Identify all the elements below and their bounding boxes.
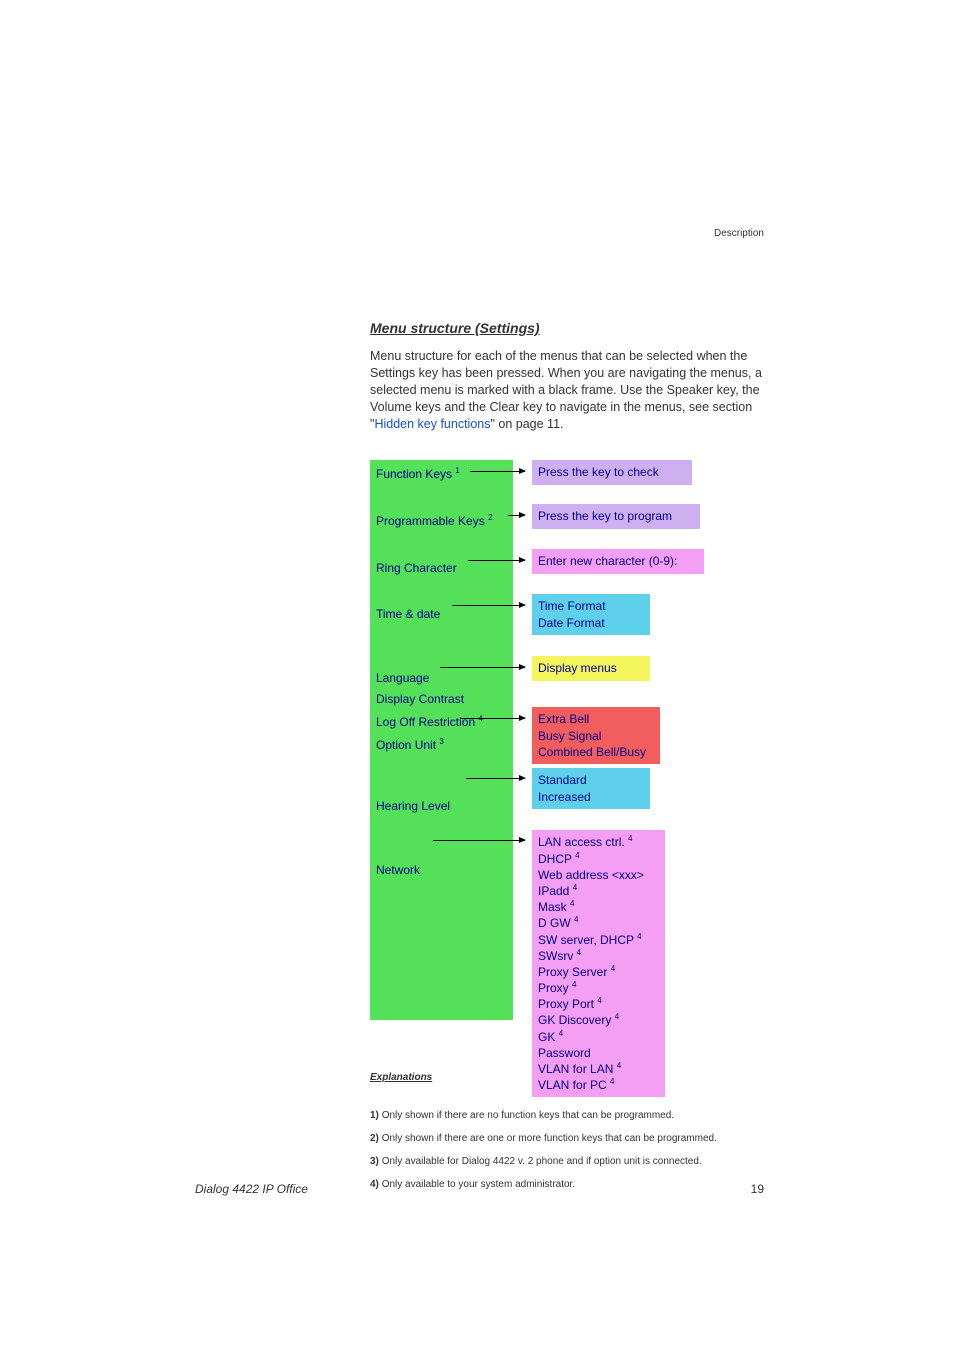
sup-3: 3 <box>439 737 443 746</box>
sup: 4 <box>559 1029 563 1038</box>
sup: 4 <box>610 1077 614 1086</box>
net-password: Password <box>538 1045 659 1061</box>
sup-2: 2 <box>488 513 492 522</box>
footnote-2: 2) Only shown if there are one or more f… <box>370 1133 770 1144</box>
net-vlan-lan: VLAN for LAN 4 <box>538 1061 659 1077</box>
arrow-icon <box>470 471 525 472</box>
box-network: LAN access ctrl. 4 DHCP 4 Web address <x… <box>532 830 665 1097</box>
explanations-title: Explanations <box>370 1072 432 1083</box>
arrow-icon <box>440 667 525 668</box>
menu-diagram: Function Keys 1 Programmable Keys 2 Ring… <box>370 460 770 1030</box>
box-option-unit: Extra Bell Busy Signal Combined Bell/Bus… <box>532 707 660 764</box>
menu-display-contrast: Display Contrast <box>370 688 513 712</box>
fn2-text: Only shown if there are one or more func… <box>382 1133 717 1144</box>
menu-programmable-keys-label: Programmable Keys <box>376 514 485 528</box>
section-title: Menu structure (Settings) <box>370 320 770 336</box>
fn1-num: 1) <box>370 1110 379 1121</box>
sup: 4 <box>577 948 581 957</box>
main-content: Menu structure (Settings) Menu structure… <box>370 320 770 1202</box>
menu-function-keys-label: Function Keys <box>376 467 452 481</box>
sup: 4 <box>574 915 578 924</box>
sup: 4 <box>617 1061 621 1070</box>
intro-paragraph: Menu structure for each of the menus tha… <box>370 348 770 432</box>
net-lan-access: LAN access ctrl. 4 <box>538 834 659 850</box>
box-press-program: Press the key to program <box>532 504 700 528</box>
arrow-icon <box>466 778 525 779</box>
menu-network: Network <box>370 859 513 883</box>
footnote-1: 1) Only shown if there are no function k… <box>370 1110 770 1121</box>
sup: 4 <box>628 834 632 843</box>
menu-time-date: Time & date <box>370 603 513 627</box>
arrow-icon <box>433 840 525 841</box>
box-extra-bell: Extra Bell <box>538 711 654 727</box>
box-combined-bell: Combined Bell/Busy <box>538 744 654 760</box>
net-gk: GK 4 <box>538 1029 659 1045</box>
page-footer: Dialog 4422 IP Office 19 <box>195 1182 764 1196</box>
box-time-date: Time Format Date Format <box>532 594 650 634</box>
net-proxy-server: Proxy Server 4 <box>538 964 659 980</box>
sup: 4 <box>572 980 576 989</box>
net-proxy: Proxy 4 <box>538 980 659 996</box>
fn3-text: Only available for Dialog 4422 v. 2 phon… <box>382 1156 702 1167</box>
menu-language: Language <box>370 667 513 691</box>
sup: 4 <box>597 996 601 1005</box>
box-hearing-level: Standard Increased <box>532 768 650 808</box>
sup: 4 <box>575 851 579 860</box>
menu-hearing-level: Hearing Level <box>370 795 513 819</box>
box-date-format: Date Format <box>538 615 644 631</box>
box-display-menus: Display menus <box>532 656 650 680</box>
fn3-num: 3) <box>370 1156 379 1167</box>
sup: 4 <box>637 932 641 941</box>
settings-menu-column: Function Keys 1 Programmable Keys 2 Ring… <box>370 460 513 1020</box>
menu-option-unit-label: Option Unit <box>376 738 436 752</box>
arrow-icon <box>452 605 525 606</box>
arrow-icon <box>468 560 525 561</box>
arrow-icon <box>508 515 525 516</box>
net-dhcp: DHCP 4 <box>538 851 659 867</box>
box-press-check: Press the key to check <box>532 460 692 484</box>
header-label: Description <box>714 228 764 239</box>
fn2-num: 2) <box>370 1133 379 1144</box>
intro-text-2: " on page 11. <box>490 417 563 431</box>
sup: 4 <box>570 899 574 908</box>
menu-programmable-keys: Programmable Keys 2 <box>370 509 513 534</box>
net-dgw: D GW 4 <box>538 915 659 931</box>
menu-log-off-restriction: Log Off Restriction 4 <box>370 710 513 735</box>
net-sw-server: SW server, DHCP 4 <box>538 932 659 948</box>
net-ipadd: IPadd 4 <box>538 883 659 899</box>
arrow-icon <box>460 718 525 719</box>
sup: 4 <box>573 883 577 892</box>
net-mask: Mask 4 <box>538 899 659 915</box>
sup-1: 1 <box>455 466 459 475</box>
page-number: 19 <box>751 1182 764 1196</box>
box-enter-char: Enter new character (0-9): <box>532 549 704 573</box>
menu-function-keys: Function Keys 1 <box>370 462 513 487</box>
hidden-key-functions-link[interactable]: Hidden key functions <box>374 417 490 431</box>
box-increased: Increased <box>538 789 644 805</box>
sup: 4 <box>611 964 615 973</box>
box-time-format: Time Format <box>538 598 644 614</box>
box-busy-signal: Busy Signal <box>538 728 654 744</box>
net-web-address: Web address <xxx> <box>538 867 659 883</box>
net-vlan-pc: VLAN for PC 4 <box>538 1077 659 1093</box>
net-gk-discovery: GK Discovery 4 <box>538 1012 659 1028</box>
net-proxy-port: Proxy Port 4 <box>538 996 659 1012</box>
box-standard: Standard <box>538 772 644 788</box>
footnotes: 1) Only shown if there are no function k… <box>370 1110 770 1190</box>
net-swsrv: SWsrv 4 <box>538 948 659 964</box>
footer-product-name: Dialog 4422 IP Office <box>195 1182 308 1196</box>
menu-log-off-label: Log Off Restriction <box>376 715 475 729</box>
footnote-3: 3) Only available for Dialog 4422 v. 2 p… <box>370 1156 770 1167</box>
fn1-text: Only shown if there are no function keys… <box>382 1110 674 1121</box>
sup: 4 <box>615 1012 619 1021</box>
menu-option-unit: Option Unit 3 <box>370 733 513 758</box>
